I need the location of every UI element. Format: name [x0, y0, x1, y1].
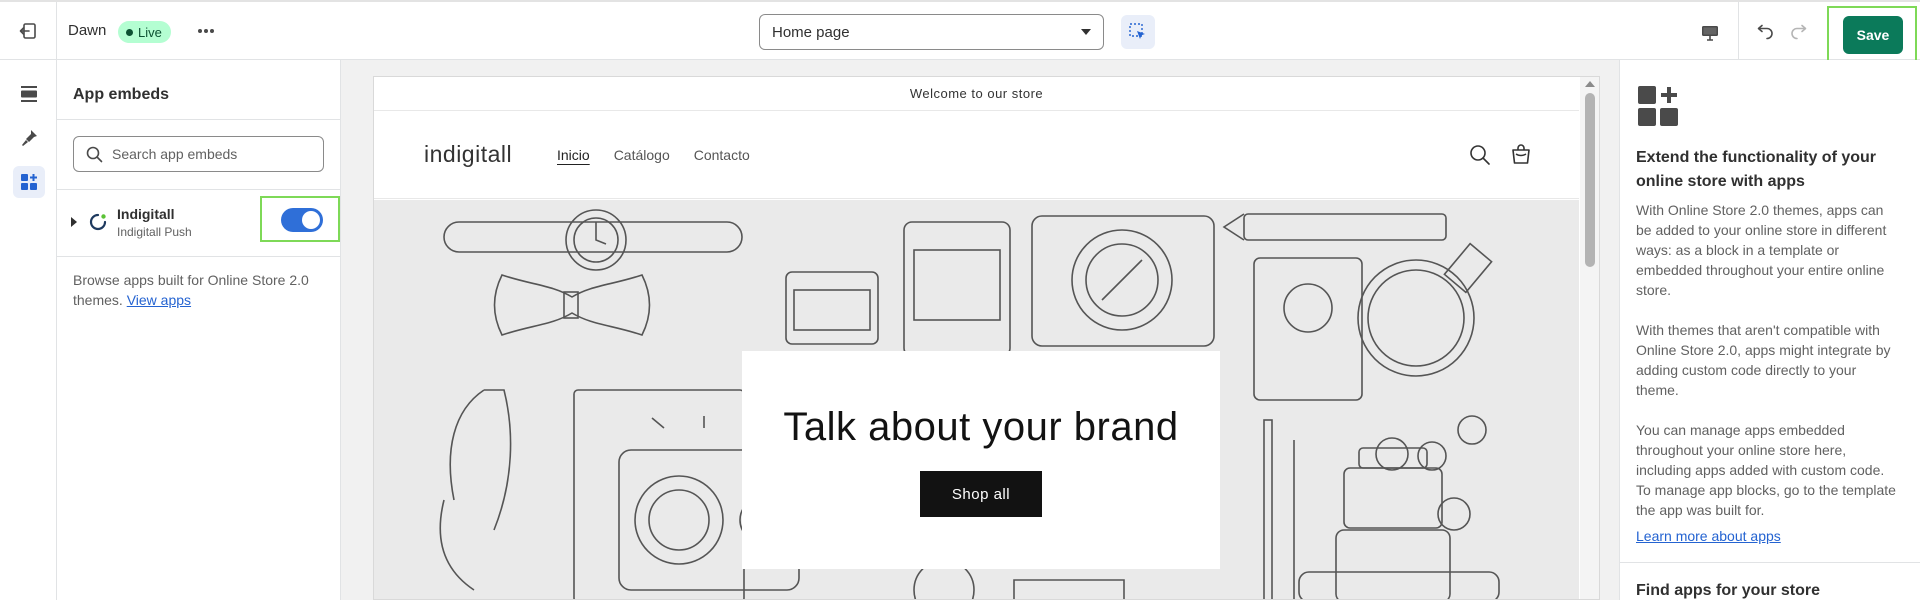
- exit-icon: [19, 23, 36, 39]
- info-paragraph: With Online Store 2.0 themes, apps can b…: [1636, 202, 1887, 298]
- app-embed-row[interactable]: Indigitall Indigitall Push: [57, 190, 341, 256]
- info-paragraph: With themes that aren't compatible with …: [1636, 322, 1891, 398]
- preview-scrollbar[interactable]: [1580, 77, 1599, 599]
- search-icon[interactable]: [1469, 144, 1491, 166]
- page-selector[interactable]: Home page: [759, 14, 1104, 50]
- store-header: indigitall Inicio Catálogo Contacto: [374, 111, 1579, 199]
- live-status-badge: Live: [118, 21, 171, 43]
- toggle-knob: [302, 211, 320, 229]
- app-embeds-button[interactable]: [13, 166, 45, 198]
- info-paragraph: You can manage apps embedded throughout …: [1636, 422, 1896, 518]
- nav-catalogo[interactable]: Catálogo: [614, 147, 670, 163]
- undo-button[interactable]: [1750, 18, 1778, 46]
- info-divider: [1620, 562, 1920, 563]
- sidebar-divider: [57, 119, 341, 120]
- info-panel: Extend the functionality of your online …: [1619, 60, 1920, 600]
- caret-right-icon[interactable]: [71, 217, 77, 227]
- theme-name: Dawn: [68, 22, 107, 39]
- more-actions-button[interactable]: [193, 18, 219, 44]
- hero-title: Talk about your brand: [783, 405, 1179, 449]
- store-preview: Welcome to our store indigitall Inicio C…: [373, 76, 1600, 600]
- device-preview-button[interactable]: [1696, 19, 1724, 47]
- nav-inicio[interactable]: Inicio: [557, 147, 590, 163]
- live-dot-icon: [126, 28, 133, 36]
- hero-banner: Talk about your brand Shop all: [374, 200, 1579, 599]
- page-selector-value: Home page: [772, 23, 850, 41]
- indigitall-logo-icon: [89, 213, 107, 231]
- scroll-up-icon[interactable]: [1585, 81, 1595, 87]
- app-subtitle: Indigitall Push: [117, 225, 192, 239]
- redo-button[interactable]: [1786, 18, 1814, 46]
- left-rail: [0, 60, 57, 600]
- sidebar-title: App embeds: [73, 86, 170, 103]
- scroll-thumb[interactable]: [1585, 93, 1595, 267]
- theme-settings-icon: [22, 130, 37, 146]
- editor-topbar: Dawn Live Home page Save: [0, 0, 1920, 70]
- hero-text-box: Talk about your brand Shop all: [742, 351, 1220, 569]
- cart-icon[interactable]: [1510, 143, 1532, 165]
- sections-button[interactable]: [13, 78, 45, 110]
- store-nav: Inicio Catálogo Contacto: [557, 147, 750, 163]
- exit-button[interactable]: [0, 2, 57, 60]
- nav-contacto[interactable]: Contacto: [694, 147, 750, 163]
- desktop-icon: [1702, 26, 1718, 41]
- theme-settings-button[interactable]: [13, 122, 45, 154]
- search-field[interactable]: [73, 136, 324, 172]
- browse-apps-text: Browse apps built for Online Store 2.0 t…: [73, 270, 325, 310]
- topbar-divider: [1738, 2, 1739, 60]
- save-button[interactable]: Save: [1843, 16, 1903, 54]
- learn-more-link[interactable]: Learn more about apps: [1636, 528, 1781, 544]
- live-label: Live: [138, 24, 162, 40]
- view-apps-link[interactable]: View apps: [127, 292, 191, 308]
- redo-icon: [1791, 24, 1807, 40]
- app-embed-toggle[interactable]: [281, 208, 323, 232]
- undo-icon: [1757, 24, 1773, 40]
- toggle-highlight: [260, 196, 340, 242]
- announcement-bar: Welcome to our store: [374, 77, 1579, 111]
- find-apps-title: Find apps for your store: [1636, 582, 1821, 599]
- info-title: Extend the functionality of your online …: [1636, 149, 1877, 190]
- preview-area: Welcome to our store indigitall Inicio C…: [341, 60, 1619, 600]
- sections-icon: [21, 86, 37, 102]
- search-icon: [86, 146, 103, 163]
- app-name: Indigitall: [117, 206, 175, 222]
- more-horizontal-icon: [198, 29, 214, 33]
- app-embeds-sidebar: App embeds Indigitall Indigitall Push Br…: [57, 60, 341, 600]
- store-logo[interactable]: indigitall: [424, 141, 512, 168]
- sidebar-divider: [57, 256, 341, 257]
- select-cursor-icon: [1129, 23, 1145, 39]
- apps-grid-icon: [1638, 86, 1678, 126]
- inspector-button[interactable]: [1121, 15, 1155, 49]
- shop-all-button[interactable]: Shop all: [920, 471, 1042, 517]
- search-input[interactable]: [112, 146, 312, 162]
- chevron-down-icon: [1081, 29, 1091, 35]
- app-embeds-icon: [21, 174, 37, 190]
